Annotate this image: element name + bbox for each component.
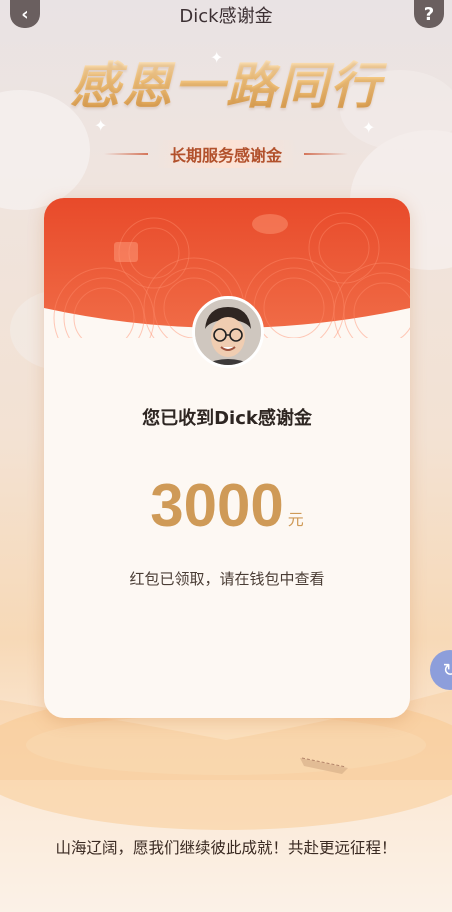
- page-title: Dick感谢金: [179, 6, 273, 27]
- footer-message: 山海辽阔，愿我们继续彼此成就！共赴更远征程！: [55, 839, 397, 857]
- received-message: 您已收到Dick感谢金: [142, 408, 312, 429]
- sparkle-icon: ✦: [210, 48, 224, 67]
- red-envelope-card: 您已收到Dick感谢金 3000 元 红包已领取，请在钱包中查看: [44, 198, 410, 718]
- decorative-boat-icon: [300, 757, 348, 774]
- amount-unit: 元: [287, 510, 304, 529]
- avatar-image: [195, 299, 261, 365]
- avatar: [192, 296, 264, 368]
- floating-share-button[interactable]: ↻: [430, 650, 452, 690]
- question-icon: ?: [423, 3, 435, 25]
- subtitle-banner: 长期服务感谢金: [0, 140, 452, 168]
- divider-right: [304, 153, 348, 155]
- amount-display: 3000 元: [44, 476, 410, 536]
- sparkle-icon: ✦: [362, 118, 376, 137]
- top-bar: ‹ Dick感谢金 ?: [0, 0, 452, 28]
- share-icon: ↻: [442, 659, 452, 681]
- sparkle-icon: ✦: [94, 116, 108, 135]
- help-button[interactable]: ?: [414, 0, 444, 28]
- claimed-notice[interactable]: 红包已领取，请在钱包中查看: [44, 568, 410, 589]
- amount-value: 3000: [150, 472, 284, 539]
- hero-title: 感恩一路同行: [0, 46, 452, 118]
- divider-left: [103, 153, 148, 155]
- subtitle: 长期服务感谢金: [155, 140, 296, 168]
